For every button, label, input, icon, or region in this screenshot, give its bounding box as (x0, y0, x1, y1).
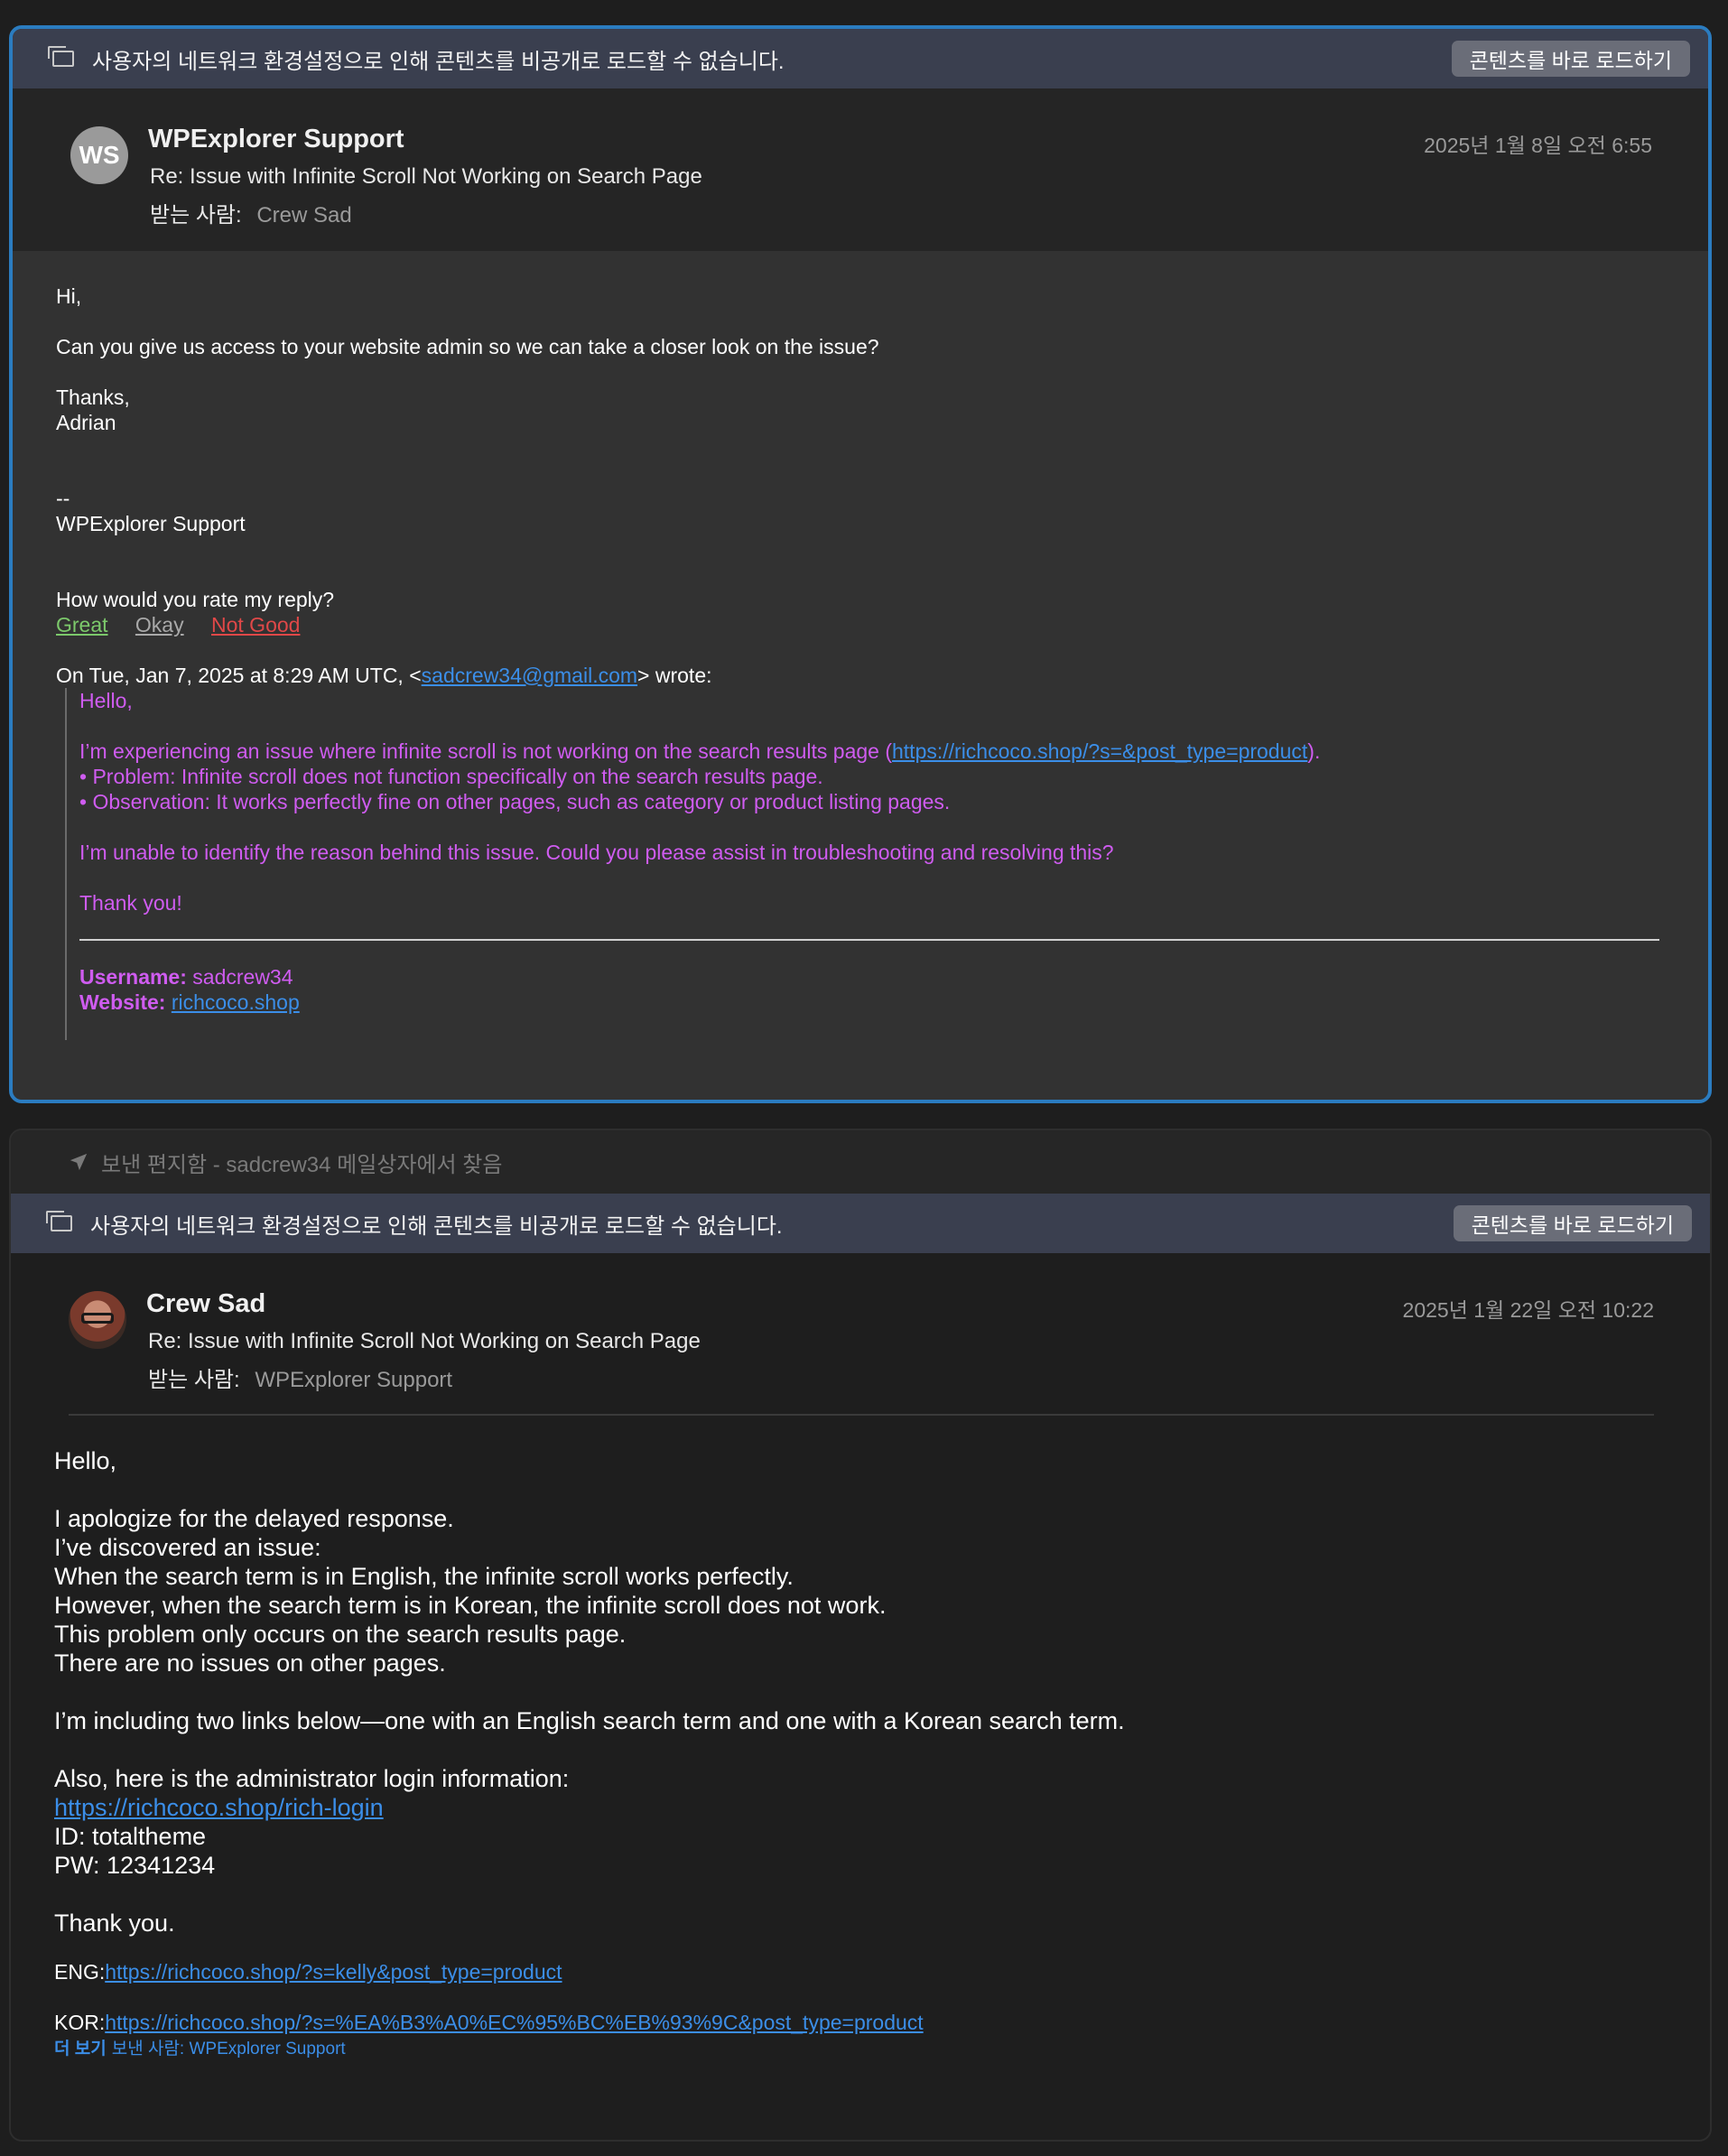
banner-text: 사용자의 네트워크 환경설정으로 인해 콘텐츠를 비공개로 로드할 수 없습니다… (90, 1213, 783, 1239)
rate-okay-link[interactable]: Okay (135, 613, 184, 637)
signoff: Thank you. (54, 1910, 175, 1937)
links-intro: I’m including two links below—one with a… (54, 1707, 1125, 1734)
login-id: ID: totaltheme (54, 1823, 207, 1850)
body-line: This problem only occurs on the search r… (54, 1621, 627, 1648)
message-date: 2025년 1월 22일 오전 10:22 (1402, 1298, 1654, 1322)
subject-line: Re: Issue with Infinite Scroll Not Worki… (150, 164, 702, 189)
quote-observation: • Observation: It works perfectly fine o… (79, 790, 951, 813)
message-body: Hello, I apologize for the delayed respo… (11, 1416, 1710, 2064)
signature-dash: -- (56, 487, 70, 510)
sender-name[interactable]: WPExplorer Support (148, 125, 404, 154)
body-line: When the search term is in English, the … (54, 1563, 794, 1590)
signoff: Thanks, (56, 386, 130, 409)
eng-link-row: ENG:https://richcoco.shop/?s=kelly&post_… (54, 1960, 562, 1984)
login-pw: PW: 12341234 (54, 1852, 216, 1879)
show-more-row[interactable]: 더 보기 보낸 사람: WPExplorer Support (54, 2035, 1670, 2064)
mailbox-origin-text: 보낸 편지함 - sadcrew34 메일상자에서 찾음 (101, 1152, 503, 1177)
quote-thankyou: Thank you! (79, 891, 182, 915)
show-more-button[interactable]: 더 보기 (54, 2040, 107, 2058)
quote-unable: I’m unable to identify the reason behind… (79, 841, 1114, 864)
recipient-row: 받는 사람: WPExplorer Support (148, 1361, 452, 1393)
message-header: Crew Sad Re: Issue with Infinite Scroll … (11, 1253, 1710, 1416)
quote-hello: Hello, (79, 689, 133, 712)
eng-search-link[interactable]: https://richcoco.shop/?s=kelly&post_type… (105, 1960, 562, 1984)
message-header: WS WPExplorer Support Re: Issue with Inf… (13, 88, 1708, 251)
header-divider (69, 1414, 1654, 1416)
message-date: 2025년 1월 8일 오전 6:55 (1424, 134, 1652, 157)
admin-login-link[interactable]: https://richcoco.shop/rich-login (54, 1794, 384, 1821)
rate-great-link[interactable]: Great (56, 613, 108, 637)
recipient-name[interactable]: WPExplorer Support (255, 1368, 452, 1392)
recipient-label: 받는 사람: (150, 203, 242, 228)
sender-email-link[interactable]: sadcrew34@gmail.com (422, 664, 637, 687)
rating-question: How would you rate my reply? (56, 588, 335, 611)
message-card-1[interactable]: 사용자의 네트워크 환경설정으로 인해 콘텐츠를 비공개로 로드할 수 없습니다… (9, 25, 1712, 1103)
quote-username: Username: sadcrew34 (79, 965, 293, 989)
body-line: I apologize for the delayed response. (54, 1505, 454, 1532)
website-link[interactable]: richcoco.shop (172, 990, 300, 1014)
more-from-text: 보낸 사람: WPExplorer Support (111, 2040, 346, 2058)
body-line: I’ve discovered an issue: (54, 1534, 321, 1561)
kor-link-row: KOR:https://richcoco.shop/?s=%EA%B3%A0%E… (54, 2011, 924, 2034)
remote-content-icon (48, 46, 74, 67)
greeting: Hello, (54, 1447, 117, 1474)
body-line: Can you give us access to your website a… (56, 335, 879, 358)
load-content-button[interactable]: 콘텐츠를 바로 로드하기 (1451, 41, 1690, 77)
recipient-name[interactable]: Crew Sad (256, 203, 351, 228)
rating-links: Great Okay Not Good (56, 612, 1668, 637)
recipient-label: 받는 사람: (148, 1368, 240, 1392)
quote-problem: • Problem: Infinite scroll does not func… (79, 765, 823, 788)
quote-issue: I’m experiencing an issue where infinite… (79, 739, 1321, 763)
privacy-banner: 사용자의 네트워크 환경설정으로 인해 콘텐츠를 비공개로 로드할 수 없습니다… (11, 1194, 1710, 1253)
signer-name: Adrian (56, 411, 116, 434)
subject-line: Re: Issue with Infinite Scroll Not Worki… (148, 1329, 701, 1353)
sender-name[interactable]: Crew Sad (146, 1289, 265, 1319)
admin-intro: Also, here is the administrator login in… (54, 1765, 570, 1792)
quote-divider (79, 939, 1659, 941)
kor-search-link[interactable]: https://richcoco.shop/?s=%EA%B3%A0%EC%95… (105, 2011, 923, 2034)
body-line: However, when the search term is in Kore… (54, 1592, 887, 1619)
mailbox-origin-row: 보낸 편지함 - sadcrew34 메일상자에서 찾음 (11, 1130, 1710, 1194)
signature: WPExplorer Support (56, 512, 246, 535)
recipient-row: 받는 사람: Crew Sad (150, 197, 352, 228)
search-results-link[interactable]: https://richcoco.shop/?s=&post_type=prod… (892, 739, 1307, 763)
avatar-photo-detail (81, 1313, 114, 1324)
avatar: WS (70, 126, 128, 184)
avatar (69, 1291, 126, 1349)
message-body: Hi, Can you give us access to your websi… (13, 251, 1708, 1040)
load-content-button[interactable]: 콘텐츠를 바로 로드하기 (1453, 1205, 1692, 1241)
rate-not-good-link[interactable]: Not Good (211, 613, 300, 637)
quote-attribution: On Tue, Jan 7, 2025 at 8:29 AM UTC, <sad… (56, 664, 712, 687)
banner-text: 사용자의 네트워크 환경설정으로 인해 콘텐츠를 비공개로 로드할 수 없습니다… (92, 49, 785, 74)
remote-content-icon (46, 1211, 72, 1231)
greeting: Hi, (56, 284, 82, 308)
privacy-banner: 사용자의 네트워크 환경설정으로 인해 콘텐츠를 비공개로 로드할 수 없습니다… (13, 29, 1708, 88)
quote-website: Website: richcoco.shop (79, 990, 300, 1014)
quoted-message: Hello, I’m experiencing an issue where i… (65, 688, 1668, 1040)
message-card-2[interactable]: 보낸 편지함 - sadcrew34 메일상자에서 찾음 사용자의 네트워크 환… (9, 1129, 1712, 2142)
paper-plane-icon (70, 1153, 88, 1171)
body-line: There are no issues on other pages. (54, 1650, 446, 1677)
